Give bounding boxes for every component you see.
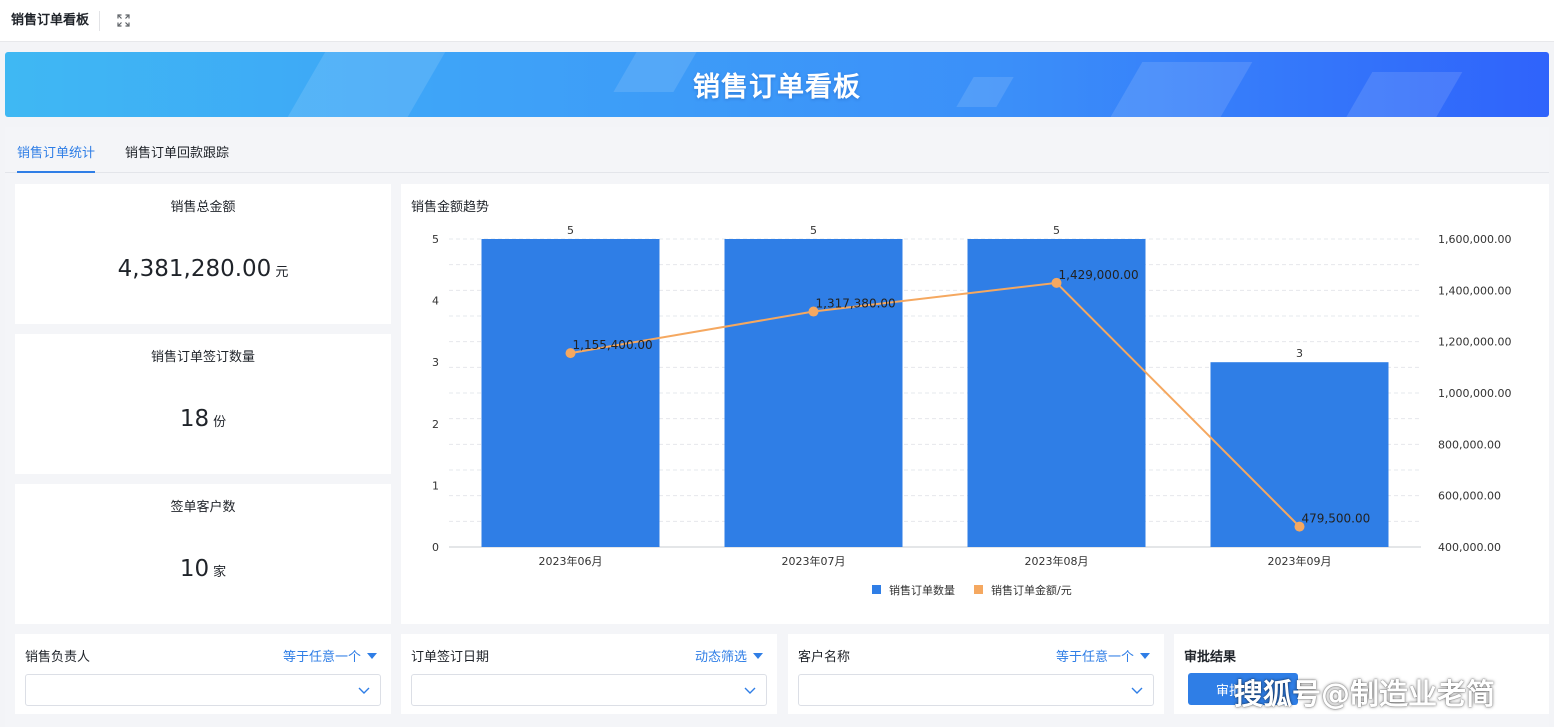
y-right-tick-label: 800,000.00 <box>1438 438 1501 451</box>
kpi-label: 签单客户数 <box>170 500 236 515</box>
x-tick-label: 2023年06月 <box>539 554 603 568</box>
y-right-tick-label: 600,000.00 <box>1438 490 1501 503</box>
y-right-tick-label: 1,200,000.00 <box>1438 336 1511 349</box>
dashboard-banner: 销售订单看板 <box>5 52 1549 117</box>
caret-down-icon <box>367 652 377 659</box>
fullscreen-icon[interactable] <box>116 14 130 28</box>
bar-data-label: 5 <box>567 224 574 237</box>
kpi-value: 18 份 <box>15 406 391 432</box>
chart-card-sales-trend: 销售金额趋势 0 1 2 3 4 5 400,000.00 600,000.00 800,000… <box>401 184 1549 624</box>
kpi-value: 10 家 <box>15 556 391 582</box>
kpi-label: 销售总金额 <box>170 200 236 215</box>
chevron-down-icon <box>744 687 756 694</box>
filter-label: 订单签订日期 <box>411 650 490 665</box>
kpi-card-customer-count: 签单客户数 10 家 <box>15 484 391 624</box>
banner-title: 销售订单看板 <box>693 72 861 103</box>
filter-card-customer-name: 客户名称 等于任意一个 <box>788 634 1164 714</box>
y-left-tick-label: 3 <box>432 356 439 369</box>
filter-mode-dropdown[interactable]: 等于任意一个 <box>1056 646 1150 665</box>
filter-card-sign-date: 订单签订日期 动态筛选 <box>401 634 777 714</box>
kpi-number: 18 <box>179 406 210 432</box>
kpi-number: 4,381,280.00 <box>117 256 272 282</box>
watermark: 搜狐号@制造业老简 <box>1234 677 1496 711</box>
legend-swatch-bar <box>872 585 881 594</box>
bar-data-label: 3 <box>1296 347 1303 360</box>
filter-mode-label: 等于任意一个 <box>1055 650 1134 665</box>
legend-swatch-line <box>974 585 983 594</box>
customer-name-select[interactable] <box>798 674 1154 706</box>
x-tick-label: 2023年09月 <box>1268 554 1332 568</box>
y-right-tick-label: 1,000,000.00 <box>1438 387 1511 400</box>
kpi-card-order-count: 销售订单签订数量 18 份 <box>15 334 391 474</box>
filter-card-sales-owner: 销售负责人 等于任意一个 <box>15 634 391 714</box>
kpi-number: 10 <box>179 556 210 582</box>
kpi-unit: 份 <box>213 415 227 430</box>
legend-label: 销售订单数量 <box>889 583 955 597</box>
caret-down-icon <box>1140 652 1150 659</box>
x-tick-label: 2023年08月 <box>1025 554 1089 568</box>
sales-owner-select[interactable] <box>25 674 381 706</box>
tab-payment-tracking[interactable]: 销售订单回款跟踪 <box>125 142 229 173</box>
filter-mode-label: 等于任意一个 <box>282 650 361 665</box>
chevron-down-icon <box>1131 687 1143 694</box>
filter-mode-dropdown[interactable]: 等于任意一个 <box>283 646 377 665</box>
line-data-label: 479,500.00 <box>1302 512 1371 526</box>
line-order-amount <box>570 281 1301 528</box>
filter-label: 审批结果 <box>1184 650 1237 665</box>
y-left-tick-label: 5 <box>432 233 439 246</box>
y-left-tick-label: 1 <box>432 479 439 492</box>
x-tick-label: 2023年07月 <box>782 554 846 568</box>
tab-order-stats[interactable]: 销售订单统计 <box>17 142 96 173</box>
y-right-tick-label: 1,400,000.00 <box>1438 284 1511 297</box>
kpi-card-total-amount: 销售总金额 4,381,280.00 元 <box>15 184 391 324</box>
chevron-down-icon <box>358 687 370 694</box>
y-right-tick-label: 400,000.00 <box>1438 541 1501 554</box>
kpi-unit: 元 <box>275 265 289 280</box>
y-left-tick-label: 0 <box>432 541 439 554</box>
y-right-tick-label: 1,600,000.00 <box>1438 233 1511 246</box>
caret-down-icon <box>753 652 763 659</box>
filter-label: 客户名称 <box>798 650 851 665</box>
kpi-unit: 家 <box>213 565 227 580</box>
legend-label: 销售订单金额/元 <box>991 583 1072 597</box>
filter-label: 销售负责人 <box>25 650 91 665</box>
bar-order-count <box>724 239 903 547</box>
top-bar: 销售订单看板 <box>0 0 1554 42</box>
y-left-tick-label: 4 <box>432 295 439 308</box>
tab-bar: 销售订单统计 销售订单回款跟踪 <box>5 127 1549 173</box>
main-panel: 销售订单统计 销售订单回款跟踪 销售总金额 4,381,280.00 元 销售订单… <box>5 127 1549 727</box>
filter-mode-label: 动态筛选 <box>694 650 747 665</box>
bar-data-label: 5 <box>1053 224 1060 237</box>
line-data-label: 1,317,380.00 <box>816 297 896 311</box>
line-data-label: 1,155,400.00 <box>573 338 653 352</box>
filter-mode-dropdown[interactable]: 动态筛选 <box>695 646 763 665</box>
sales-trend-chart: 0 1 2 3 4 5 400,000.00 600,000.00 800,000.00 1,00… <box>432 224 1511 597</box>
kpi-label: 销售订单签订数量 <box>150 350 255 365</box>
kpi-value: 4,381,280.00 元 <box>15 256 391 282</box>
sign-date-select[interactable] <box>411 674 767 706</box>
app-title: 销售订单看板 <box>0 10 101 31</box>
line-data-label: 1,429,000.00 <box>1059 268 1139 282</box>
bar-order-count <box>481 239 660 547</box>
y-left-tick-label: 2 <box>432 418 439 431</box>
bar-data-label: 5 <box>810 224 817 237</box>
